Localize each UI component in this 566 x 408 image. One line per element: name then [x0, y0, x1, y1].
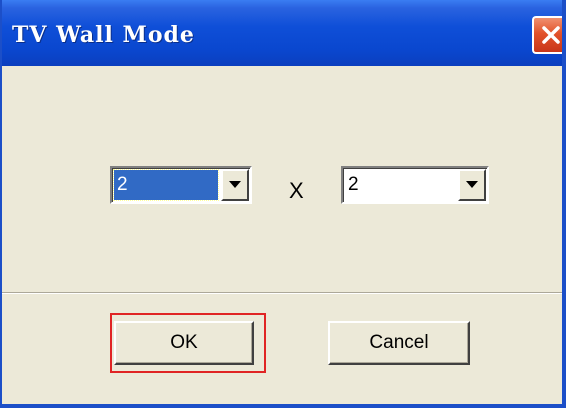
tv-wall-mode-dialog: TV Wall Mode 2 X 2 OK Cancel — [0, 0, 566, 408]
cols-select[interactable]: 2 — [341, 166, 489, 204]
window-title: TV Wall Mode — [12, 22, 195, 48]
cancel-button[interactable]: Cancel — [328, 321, 470, 365]
close-button[interactable] — [532, 16, 562, 54]
rows-select[interactable]: 2 — [110, 166, 252, 204]
multiply-separator: X — [289, 178, 304, 203]
rows-dropdown-button[interactable] — [221, 169, 249, 201]
chevron-down-icon — [466, 181, 478, 188]
close-icon — [542, 26, 560, 44]
divider — [2, 292, 562, 294]
cols-select-value: 2 — [348, 174, 359, 195]
rows-select-value: 2 — [113, 169, 219, 201]
title-bar[interactable]: TV Wall Mode — [2, 0, 562, 66]
ok-button[interactable]: OK — [114, 321, 254, 365]
cols-dropdown-button[interactable] — [458, 169, 486, 201]
chevron-down-icon — [229, 181, 241, 188]
